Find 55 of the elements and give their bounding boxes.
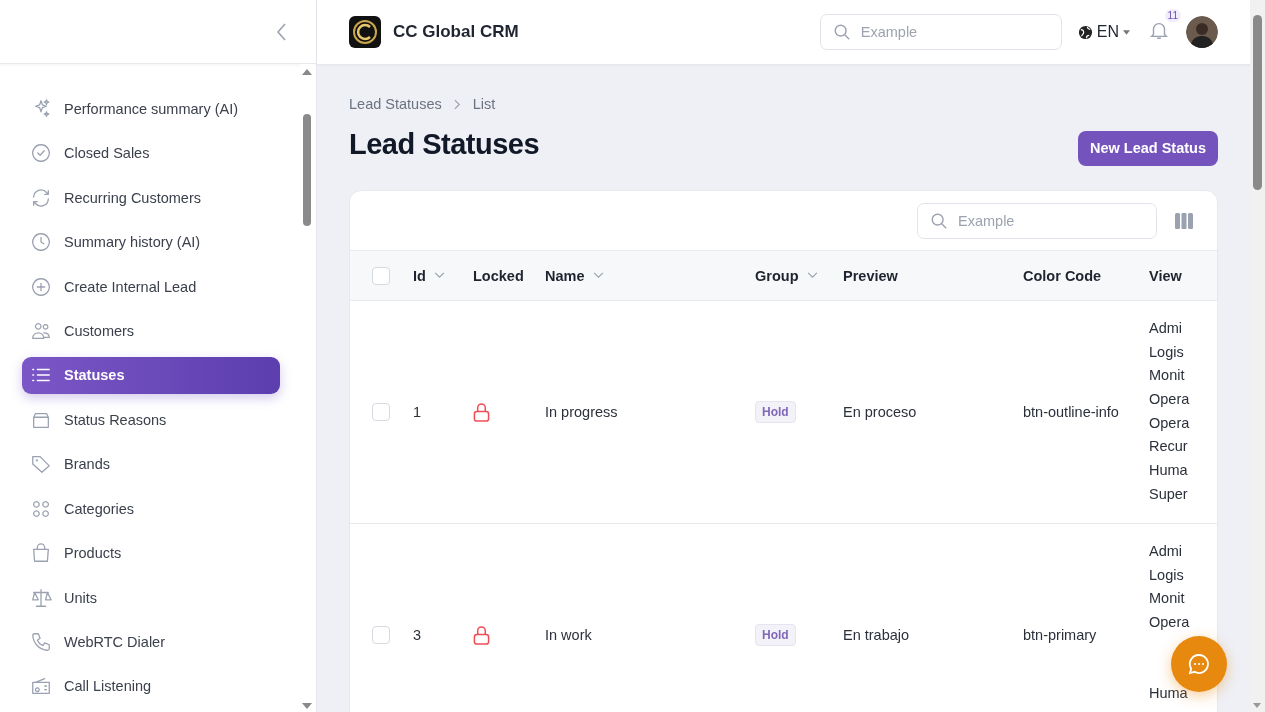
column-header[interactable]: Preview [843,267,1023,284]
sidebar-item[interactable]: Customers [22,312,280,351]
sidebar-item[interactable]: Statuses [22,356,280,395]
view-role: Opera [1149,613,1190,633]
view-role: Recur [1149,437,1188,457]
table-cell-text: In progress [545,404,619,420]
column-header[interactable]: Locked [473,267,545,284]
group-tag: Hold [755,401,796,423]
search-input[interactable]: Example [858,23,1043,41]
table-cell-text: En proceso [843,404,918,420]
sidebar-item[interactable]: Create Internal Lead [22,267,280,306]
table-cell-text: En trabajo [843,627,911,643]
sidebar-item[interactable]: Performance summary (AI) [22,90,280,128]
sidebar-item[interactable]: Summary history (AI) [22,223,280,262]
sidebar-item[interactable]: Status Reasons [22,400,280,439]
sidebar-item[interactable]: Brands [22,445,280,484]
table-cell-text: In work [545,627,593,643]
search-field[interactable]: Example [917,202,1157,239]
sidebar-item[interactable]: Recurring Customers [22,178,280,217]
language-selector[interactable]: EN [1077,23,1130,41]
view-role: Logis [1149,342,1184,362]
page-title: Lead Statuses [349,127,540,161]
view-role: Logis [1149,565,1184,585]
sidebar-item[interactable]: WebRTC Dialer [22,623,280,661]
search-field[interactable]: Example [819,14,1062,50]
view-role: Admi [1149,319,1183,338]
table-cell-text: 1 [413,404,423,420]
sidebar-item[interactable]: Units [22,578,280,617]
notification-count: 11 [1164,9,1181,22]
table-cell-text: btn-primary [1023,627,1098,643]
view-role: Opera [1149,413,1190,433]
column-header[interactable]: Group [755,267,843,284]
sidebar-item[interactable]: Categories [22,489,280,528]
column-header[interactable]: Name [545,267,755,284]
column-header[interactable]: Id [413,267,473,284]
group-tag: Hold [755,624,796,646]
view-role: Opera [1149,390,1190,410]
sidebar-item[interactable]: Products [22,534,280,573]
breadcrumb-link[interactable]: Lead Statuses [349,96,442,112]
app-name: CC Global CRM [393,22,519,42]
table-cell-text: btn-outline-info [1023,404,1120,420]
sidebar-item[interactable]: Closed Sales [22,134,280,173]
breadcrumb-current: List [472,96,496,112]
view-role: Huma [1149,461,1188,481]
view-role: Monit [1149,366,1185,386]
column-header[interactable]: View [1149,267,1217,284]
view-role: Huma [1149,684,1188,704]
view-role: Monit [1149,589,1185,609]
view-role: Admi [1149,542,1183,561]
new-lead-status-button[interactable]: New Lead Status [1077,130,1218,166]
sidebar-item[interactable]: Call Listening [22,667,280,706]
search-input[interactable]: Example [956,211,1140,230]
view-role: Super [1149,484,1188,504]
column-header[interactable]: Color Code [1023,267,1149,284]
table-cell-text: 3 [413,627,423,643]
